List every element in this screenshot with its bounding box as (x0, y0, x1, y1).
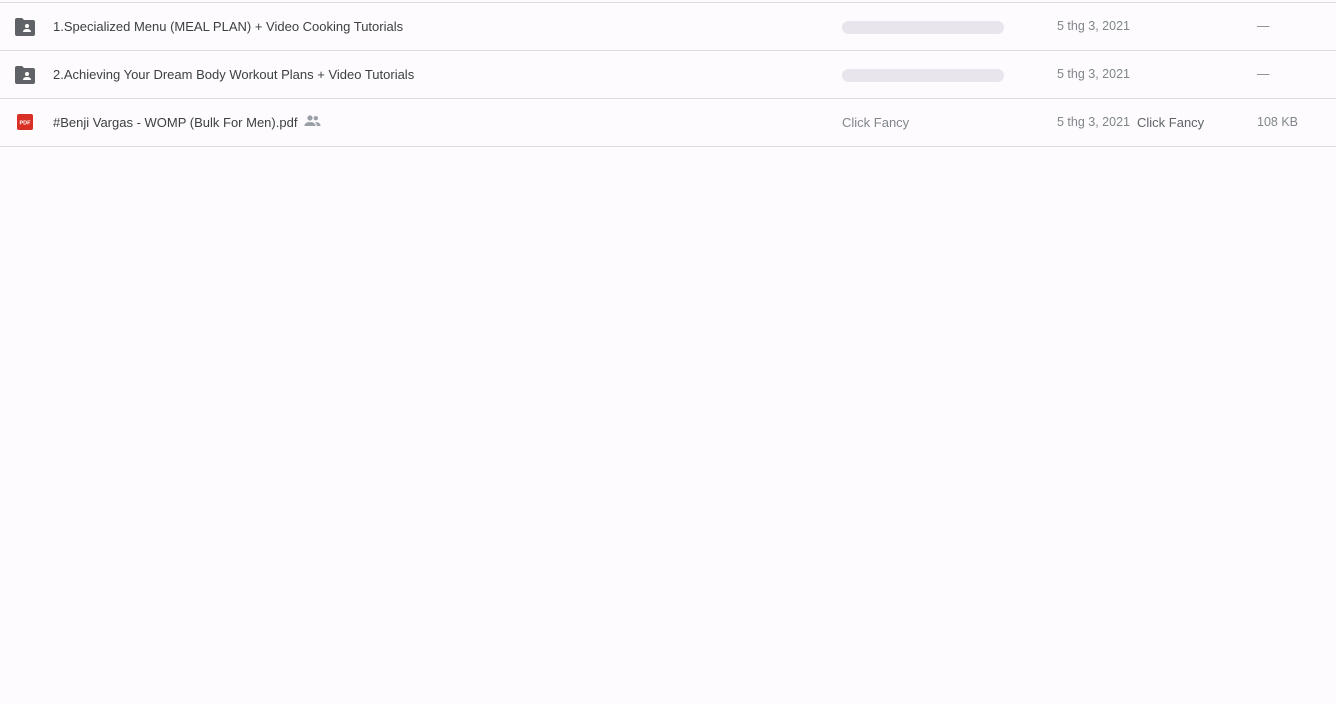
file-row-2[interactable]: 2.Achieving Your Dream Body Workout Plan… (0, 51, 1336, 99)
file-name: 2.Achieving Your Dream Body Workout Plan… (53, 67, 415, 82)
file-name: 1.Specialized Menu (MEAL PLAN) + Video C… (53, 19, 404, 34)
file-row-1[interactable]: 1.Specialized Menu (MEAL PLAN) + Video C… (0, 3, 1336, 51)
modified-date: 5 thg 3, 2021 (1057, 115, 1130, 129)
shared-folder-icon (15, 18, 35, 36)
file-size: — (1257, 67, 1270, 81)
pdf-icon-label: PDF (20, 121, 32, 127)
modified-date: 5 thg 3, 2021 (1057, 67, 1130, 81)
owner-loading-placeholder (842, 69, 1004, 82)
file-size: 108 KB (1257, 115, 1299, 129)
modified-date: 5 thg 3, 2021 (1057, 19, 1130, 33)
file-row-3[interactable]: PDF #Benji Vargas - WOMP (Bulk For Men).… (0, 99, 1336, 147)
owner-loading-placeholder (842, 21, 1004, 34)
pdf-icon: PDF (17, 114, 33, 130)
file-name: #Benji Vargas - WOMP (Bulk For Men).pdf (53, 115, 298, 130)
shared-folder-icon (15, 66, 35, 84)
modified-by: Click Fancy (1137, 115, 1205, 130)
owner-name: Click Fancy (842, 115, 910, 130)
file-size: — (1257, 19, 1270, 33)
people-icon (304, 115, 321, 126)
